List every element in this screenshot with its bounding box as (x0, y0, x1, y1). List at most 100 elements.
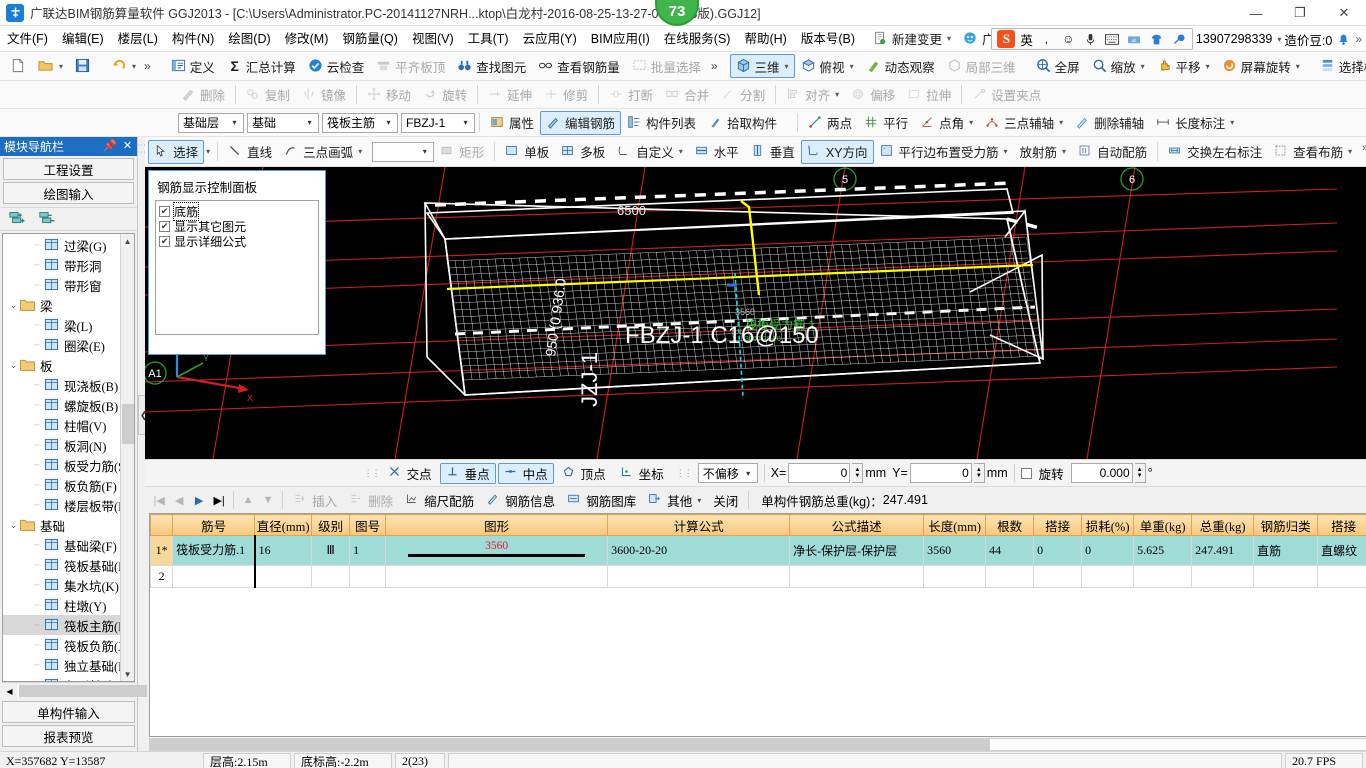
chevron-down-icon[interactable]: ▾ (785, 62, 789, 71)
two-point-axis-button[interactable]: 两点 (802, 111, 858, 135)
copy-button[interactable]: 复制 (240, 83, 296, 107)
move-down-button[interactable]: ▼ (258, 494, 278, 506)
expand-all-icon[interactable] (8, 210, 30, 229)
component-tree[interactable]: ┄ 过梁(G) ┄ 带形洞 ┄ 带形窗 ⌄ 梁 ┄ 梁(L) ┄ 圈梁(E) ⌄ 板 ┄ 现浇板(B) ┄ 螺旋板… (2, 233, 136, 682)
checkbox-checked-icon[interactable]: ✔ (159, 206, 171, 217)
tree-item-3[interactable]: ⌄ 梁 (3, 295, 134, 315)
orbit-button[interactable]: 动态观察 (860, 54, 941, 78)
grid-hscroll-thumb[interactable] (150, 738, 991, 750)
skin-icon[interactable] (1148, 31, 1165, 48)
insert-row-button[interactable]: 插入 (287, 490, 343, 511)
last-record-button[interactable]: ▶| (209, 494, 229, 507)
col-header-lapform[interactable]: 搭接 (1317, 514, 1366, 536)
mirror-button[interactable]: 镜像 (296, 83, 352, 107)
tree-item-17[interactable]: ┄ 集水坑(K) (3, 575, 134, 595)
parallel-axis-button[interactable]: 平行 (858, 111, 914, 135)
cell-tuhao[interactable] (349, 565, 387, 588)
tree-item-10[interactable]: ┄ 板洞(N) (3, 435, 134, 455)
panel-splitter[interactable]: ⋮⋮ ❮ (137, 137, 150, 751)
menu-overflow-icon[interactable]: » (1355, 32, 1362, 46)
col-header-totalwt[interactable]: 总重(kg) (1191, 514, 1255, 536)
col-header-loss[interactable]: 损耗(%) (1081, 514, 1135, 536)
chevron-down-icon[interactable]: ▾ (358, 147, 362, 156)
snap-coordinate-button[interactable]: 坐标 (614, 463, 670, 484)
tree-expander-icon[interactable]: ⌄ (7, 300, 20, 311)
drawing-input-button[interactable]: 绘图输入 (3, 182, 135, 204)
col-header-length[interactable]: 长度(mm) (923, 514, 987, 536)
menu-modify[interactable]: 修改(M) (278, 26, 336, 52)
microphone-icon[interactable] (1082, 31, 1099, 48)
table-row[interactable]: 1* 筏板受力筋.1 16 Ⅲ 1 3560 3600-20-20 净长-保护层-保护层 356… (150, 535, 1366, 566)
vertical-button[interactable]: 垂直 (745, 140, 801, 164)
cell-diameter[interactable]: 16 (254, 535, 313, 566)
horizontal-button[interactable]: 水平 (689, 140, 745, 164)
cell-formula[interactable] (607, 565, 791, 588)
scroll-thumb[interactable] (122, 404, 135, 444)
cell-jinhao[interactable]: 筏板受力筋.1 (172, 535, 256, 566)
define-button[interactable]: 定义 (165, 54, 221, 78)
tree-item-16[interactable]: ┄ 筏板基础(M) (3, 555, 134, 575)
col-header-tuhao[interactable]: 图号 (349, 514, 387, 536)
menu-help[interactable]: 帮助(H) (737, 26, 793, 52)
menu-component[interactable]: 构件(N) (165, 26, 221, 52)
close-button[interactable]: ✕ (1322, 0, 1366, 26)
cell-tuhao[interactable]: 1 (349, 535, 387, 566)
toolbar-overflow-3-icon[interactable]: » (1357, 57, 1363, 69)
scroll-up-arrow-icon[interactable]: ▲ (121, 234, 135, 248)
edit-rebar-button[interactable]: 编辑钢筋 (540, 110, 622, 135)
cell-length[interactable] (923, 565, 987, 588)
screen-rotate-button[interactable]: 屏幕旋转 ▾ (1216, 54, 1306, 78)
break-button[interactable]: 打断 (603, 83, 659, 107)
tree-item-18[interactable]: ┄ 柱墩(Y) (3, 595, 134, 615)
merge-button[interactable]: 合并 (659, 83, 715, 107)
new-change-button[interactable]: 新建变更 ▾ (872, 27, 957, 51)
menu-file[interactable]: 文件(F) (0, 26, 55, 52)
toolbar-overflow-icon[interactable]: » (144, 59, 151, 73)
tree-item-21[interactable]: ┄ 独立基础(P) (3, 655, 134, 675)
point-angle-button[interactable]: 点角 ▾ (914, 111, 979, 135)
cell-desc[interactable]: 净长-保护层-保护层 (789, 535, 925, 566)
chevron-down-icon[interactable]: ▾ (206, 147, 210, 156)
cell-shape[interactable]: 3560 (385, 535, 609, 566)
y-offset-input[interactable]: 0 (909, 463, 972, 483)
cell-grade[interactable]: Ⅲ (311, 535, 351, 566)
delete-button[interactable]: 删除 (175, 83, 231, 107)
grid-horizontal-scrollbar[interactable] (149, 737, 1366, 751)
save-button[interactable] (69, 54, 97, 78)
align-button[interactable]: 对齐 ▾ (780, 83, 845, 107)
cell-category[interactable]: 直筋 (1253, 535, 1319, 566)
tree-item-5[interactable]: ┄ 圈梁(E) (3, 335, 134, 355)
col-header-shape[interactable]: 图形 (385, 514, 609, 536)
summary-calc-button[interactable]: Σ 汇总计算 (221, 54, 302, 78)
cell-lapform[interactable]: 直螺纹 (1317, 535, 1366, 566)
rotate-input[interactable]: 0.000 (1070, 463, 1133, 483)
rebar-table-host[interactable]: 筋号 直径(mm) 级别 图号 图形 计算公式 公式描述 长度(mm) 根数 搭接 损耗(%) 单重(… (149, 513, 1366, 737)
drawing-canvas[interactable]: A1 5 6 筏板受力筋.1 3600-20-20 6500 950 (0 93… (145, 167, 1366, 459)
chevron-down-icon[interactable]: ▾ (1230, 118, 1234, 127)
chevron-down-icon[interactable]: ▾ (1141, 62, 1145, 71)
sogou-ime-bar[interactable]: S 英 , ☺ ab (991, 28, 1193, 50)
menu-tools[interactable]: 工具(T) (461, 26, 516, 52)
cell-desc[interactable] (789, 565, 925, 588)
delete-row-button[interactable]: 删除 (343, 490, 399, 511)
find-element-button[interactable]: 查找图元 (451, 54, 532, 78)
chevron-down-icon[interactable]: ▾ (835, 90, 839, 99)
cell-loss[interactable]: 0 (1081, 535, 1135, 566)
tree-item-4[interactable]: ┄ 梁(L) (3, 315, 134, 335)
col-header-category[interactable]: 钢筋归类 (1253, 514, 1319, 536)
new-file-button[interactable] (4, 54, 32, 78)
col-header-jinhao[interactable]: 筋号 (172, 514, 256, 536)
rotate-spinner[interactable]: ▲ ▼ (1134, 463, 1146, 483)
view-rebar-qty-button[interactable]: 查看钢筋量 (532, 54, 626, 78)
menu-draw[interactable]: 绘图(D) (221, 26, 277, 52)
maximize-button[interactable]: ❐ (1278, 0, 1322, 26)
move-up-button[interactable]: ▲ (238, 494, 258, 506)
category-combo[interactable]: 基础 ▾ (247, 112, 319, 133)
grid-hscroll-track[interactable] (149, 737, 1366, 751)
tree-item-9[interactable]: ┄ 柱帽(V) (3, 415, 134, 435)
col-header-rownum[interactable] (150, 514, 174, 536)
phone-number-label[interactable]: 13907298339 (1196, 32, 1272, 46)
fullscreen-button[interactable]: 全屏 (1030, 54, 1086, 78)
y-offset-spinner[interactable]: ▲ ▼ (973, 463, 985, 483)
menu-floor[interactable]: 楼层(L) (111, 26, 165, 52)
